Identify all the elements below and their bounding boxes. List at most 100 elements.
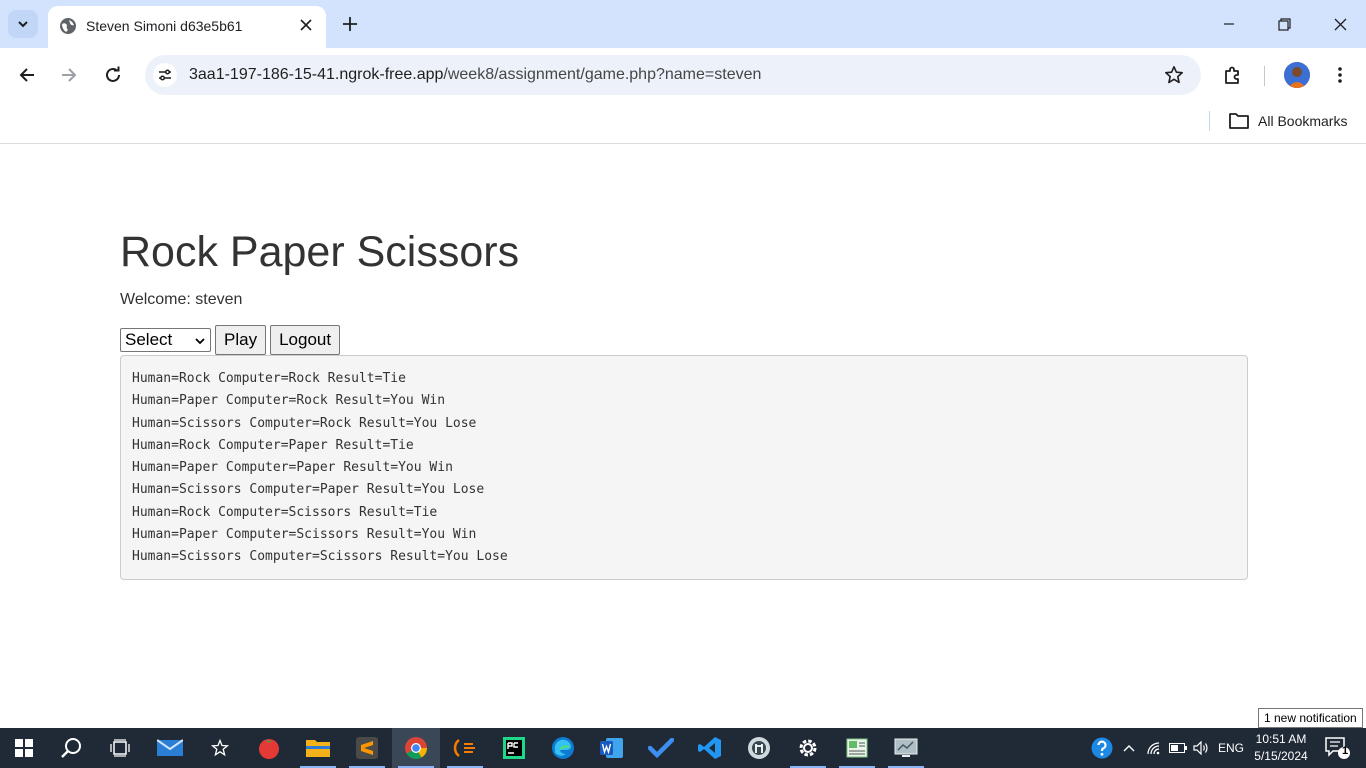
start-icon [15, 739, 33, 757]
result-line: Human=Rock Computer=Scissors Result=Tie [132, 504, 438, 520]
game-controls: Select Play Logout [120, 325, 341, 355]
taskbar-vscode[interactable] [686, 728, 734, 768]
show-hidden-icons-button[interactable] [1119, 728, 1139, 768]
page-title: Rock Paper Scissors [120, 228, 520, 276]
taskbar-settings[interactable] [784, 728, 832, 768]
restore-icon [1277, 17, 1291, 31]
vscode-icon [698, 737, 721, 759]
url-text[interactable]: 3aa1-197-186-15-41.ngrok-free.app/week8/… [189, 66, 761, 84]
network-tray-button[interactable] [1143, 728, 1165, 768]
result-line: Human=Scissors Computer=Rock Result=You … [132, 415, 477, 431]
taskbar-clock[interactable]: 10:51 AM 5/15/2024 [1250, 731, 1312, 765]
star-icon [1165, 66, 1183, 84]
taskbar-pinned[interactable] [196, 728, 244, 768]
play-button[interactable]: Play [215, 325, 267, 355]
tab-close-button[interactable] [296, 15, 316, 35]
chevron-down-icon [195, 338, 205, 345]
pycharm-icon [503, 737, 525, 759]
monitor-icon [894, 738, 918, 757]
help-tray-button[interactable] [1089, 728, 1115, 768]
minimize-button[interactable] [1214, 10, 1244, 38]
taskbar-search-button[interactable] [48, 728, 96, 768]
notepad-icon [846, 738, 868, 758]
taskbar-eclipse[interactable] [441, 728, 489, 768]
start-button[interactable] [0, 728, 48, 768]
notification-tooltip: 1 new notification [1258, 708, 1363, 728]
language-indicator[interactable]: ENG [1214, 728, 1248, 768]
arrow-right-icon [62, 68, 77, 82]
browser-tab[interactable]: Steven Simoni d63e5b61 [48, 6, 326, 48]
taskbar-edge[interactable] [539, 728, 587, 768]
result-line: Human=Paper Computer=Scissors Result=You… [132, 527, 477, 543]
taskbar-tomato[interactable] [245, 728, 293, 768]
avatar-icon [1284, 62, 1310, 88]
forward-button[interactable] [55, 61, 83, 89]
taskbar-chrome[interactable] [392, 728, 440, 768]
new-tab-button[interactable] [340, 14, 360, 34]
task-view-icon [110, 739, 130, 757]
result-line: Human=Paper Computer=Paper Result=You Wi… [132, 460, 453, 476]
notification-count-badge: 1 [1341, 745, 1349, 757]
settings-icon [799, 739, 817, 757]
volume-tray-button[interactable] [1190, 728, 1212, 768]
chrome-icon [405, 737, 427, 759]
clock-date: 5/15/2024 [1254, 749, 1308, 763]
toolbar-divider [1264, 66, 1265, 86]
taskbar-pycharm[interactable] [490, 728, 538, 768]
puzzle-icon [1225, 66, 1239, 84]
windows-taskbar: ENG 10:51 AM 5/15/2024 1 [0, 728, 1366, 768]
taskbar-sublime[interactable] [343, 728, 391, 768]
choice-select[interactable]: Select [120, 328, 211, 352]
taskbar-notepad[interactable] [833, 728, 881, 768]
speaker-icon [1193, 741, 1208, 755]
mail-icon [157, 739, 183, 756]
close-icon [300, 19, 312, 31]
chevron-down-icon [18, 21, 28, 28]
result-line: Human=Scissors Computer=Scissors Result=… [132, 549, 508, 565]
task-view-button[interactable] [96, 728, 144, 768]
clock-time: 10:51 AM [1255, 732, 1307, 746]
sublime-text-icon [356, 737, 378, 759]
battery-tray-button[interactable] [1167, 728, 1189, 768]
arrow-left-icon [19, 68, 34, 82]
extensions-button[interactable] [1219, 61, 1247, 89]
taskbar-file-explorer[interactable] [294, 728, 342, 768]
bookmarks-separator [1209, 111, 1210, 131]
tune-icon [159, 69, 171, 81]
reload-icon [106, 66, 120, 82]
tomato-icon [259, 739, 279, 759]
profile-avatar[interactable] [1284, 62, 1310, 88]
reload-button[interactable] [99, 61, 127, 89]
close-icon [1334, 18, 1346, 30]
chrome-menu-button[interactable] [1326, 61, 1354, 89]
restore-button[interactable] [1269, 10, 1299, 38]
taskbar-monitor[interactable] [882, 728, 930, 768]
result-line: Human=Rock Computer=Paper Result=Tie [132, 437, 414, 453]
eclipse-icon [453, 739, 475, 757]
all-bookmarks-button[interactable]: All Bookmarks [1228, 110, 1347, 132]
back-button[interactable] [13, 61, 41, 89]
site-info-button[interactable] [153, 63, 177, 87]
more-vert-icon [1338, 67, 1342, 83]
taskbar-mail[interactable] [146, 728, 194, 768]
address-bar[interactable]: 3aa1-197-186-15-41.ngrok-free.app/week8/… [145, 55, 1201, 95]
todo-icon [648, 738, 674, 758]
taskbar-word[interactable] [588, 728, 636, 768]
plus-icon [343, 17, 357, 31]
edge-icon [552, 737, 574, 759]
all-bookmarks-label: All Bookmarks [1258, 113, 1348, 129]
logout-button[interactable]: Logout [270, 325, 341, 355]
tab-title: Steven Simoni d63e5b61 [86, 18, 243, 34]
file-explorer-icon [306, 740, 330, 757]
tab-search-button[interactable] [8, 10, 38, 38]
result-line: Human=Scissors Computer=Paper Result=You… [132, 482, 485, 498]
wifi-icon [1147, 742, 1160, 755]
bookmark-star-button[interactable] [1163, 64, 1185, 86]
url-host: 3aa1-197-186-15-41.ngrok-free.app [189, 66, 444, 83]
taskbar-app[interactable] [735, 728, 783, 768]
minimize-icon [1224, 23, 1234, 25]
close-window-button[interactable] [1325, 10, 1355, 38]
action-center-button[interactable]: 1 [1318, 728, 1358, 768]
result-line: Human=Paper Computer=Rock Result=You Win [132, 393, 446, 409]
taskbar-todo[interactable] [637, 728, 685, 768]
